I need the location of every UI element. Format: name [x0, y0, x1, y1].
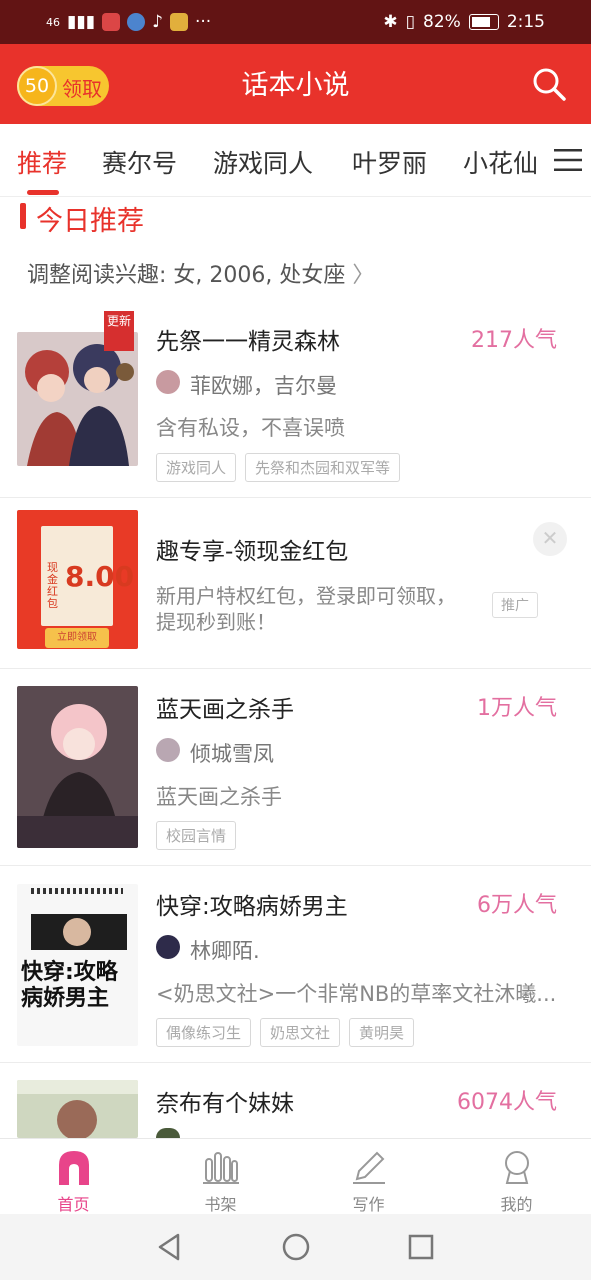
- author-avatar: [156, 370, 180, 394]
- status-right: ✱ ▯ 82% 2:15: [383, 12, 545, 32]
- pencil-icon: [353, 1151, 385, 1184]
- battery-percent: 82%: [423, 12, 461, 32]
- ad-cover-button: 立即领取: [45, 628, 109, 648]
- media-app-icon: [127, 13, 146, 31]
- profile-icon: [505, 1151, 529, 1184]
- book-description: 含有私设，不喜误喷: [156, 416, 345, 440]
- popularity-count: 6074人气: [457, 1090, 557, 1115]
- ad-badge: 推广: [492, 592, 538, 618]
- tab-seer[interactable]: 赛尔号: [102, 144, 177, 180]
- nav-write-label: 写作: [352, 1195, 385, 1214]
- book-tag[interactable]: 奶思文社: [260, 1018, 341, 1047]
- nav-profile-label: 我的: [500, 1195, 533, 1214]
- book-cover-image: [17, 1080, 138, 1138]
- book-cover-image: 快穿:攻略病娇男主: [17, 884, 138, 1046]
- signal-icon: ▮▮▮: [67, 12, 96, 32]
- author-name[interactable]: 倾城雪凤: [190, 738, 274, 768]
- reading-interest-link[interactable]: 调整阅读兴趣: 女, 2006, 处女座 〉: [27, 257, 374, 289]
- ad-title[interactable]: 趣专享-领现金红包: [156, 532, 348, 566]
- bottom-nav: 首页 书架 写作 我的: [0, 1138, 591, 1215]
- status-left: 46 ▮▮▮ ♪ ···: [46, 12, 211, 32]
- nav-profile[interactable]: 我的: [443, 1139, 590, 1215]
- app-title: 话本小说: [241, 70, 350, 101]
- book-title[interactable]: 蓝天画之杀手: [156, 690, 294, 724]
- nav-bookshelf-label: 书架: [204, 1195, 237, 1214]
- tab-recommend[interactable]: 推荐: [17, 144, 67, 180]
- author-name[interactable]: 林卿陌.: [190, 935, 260, 965]
- menu-icon[interactable]: [554, 148, 582, 172]
- vibrate-icon: ▯: [405, 12, 416, 32]
- chevron-right-icon: 〉: [352, 263, 375, 288]
- book-description: 蓝天画之杀手: [156, 785, 282, 809]
- author-avatar: [156, 1128, 180, 1138]
- ad-cover-image: 现金红包 8.00 立即领取: [17, 510, 138, 649]
- book-tag[interactable]: 黄明昊: [349, 1018, 415, 1047]
- tiktok-icon: ♪: [152, 12, 163, 32]
- reading-interest-text: 调整阅读兴趣: 女, 2006, 处女座: [27, 263, 346, 288]
- book-tags: 偶像练习生 奶思文社 黄明昊: [156, 1018, 415, 1047]
- active-tab-indicator: [27, 190, 59, 195]
- author-avatar: [156, 738, 180, 762]
- home-circle-icon[interactable]: [282, 1233, 310, 1261]
- book-tags: 游戏同人 先祭和杰园和双军等: [156, 453, 401, 482]
- nav-home-label: 首页: [57, 1195, 90, 1214]
- bookshelf-icon: [203, 1152, 239, 1184]
- toutiao-app-icon: [102, 13, 121, 31]
- network-indicator: 46: [46, 15, 60, 29]
- home-icon: [59, 1151, 89, 1185]
- close-icon[interactable]: ✕: [533, 522, 567, 556]
- bluetooth-icon: ✱: [383, 12, 398, 32]
- book-tag[interactable]: 偶像练习生: [156, 1018, 252, 1047]
- tab-game-fanfic[interactable]: 游戏同人: [213, 144, 313, 180]
- book-title[interactable]: 快穿:攻略病娇男主: [156, 887, 348, 921]
- book-title[interactable]: 先祭一一精灵森林: [156, 322, 340, 356]
- book-tag[interactable]: 先祭和杰园和双军等: [245, 453, 401, 482]
- book-description: <奶思文社>一个非常NB的草率文社沐曦...: [156, 982, 557, 1006]
- book-cover-image: [17, 686, 138, 848]
- cover-text: 快穿:攻略病娇男主: [21, 960, 118, 1011]
- popularity-count: 217人气: [471, 328, 557, 353]
- section-marker: [20, 203, 26, 229]
- book-title[interactable]: 奈布有个妹妹: [156, 1084, 294, 1118]
- ad-description-line1: 新用户特权红包，登录即可领取，: [156, 584, 456, 608]
- tab-xiaohuaxian[interactable]: 小花仙: [463, 144, 538, 180]
- nav-write[interactable]: 写作: [295, 1139, 442, 1215]
- clock: 2:15: [506, 12, 545, 32]
- nav-bookshelf[interactable]: 书架: [147, 1139, 294, 1215]
- book-tags: 校园言情: [156, 821, 237, 850]
- recents-icon[interactable]: [408, 1234, 434, 1260]
- ad-description-line2: 提现秒到账！: [156, 610, 276, 634]
- system-nav-bar: [0, 1214, 591, 1280]
- popularity-count: 6万人气: [477, 893, 557, 918]
- nav-home[interactable]: 首页: [0, 1139, 147, 1215]
- section-title: 今日推荐: [36, 206, 144, 237]
- more-notifications-icon: ···: [194, 12, 212, 32]
- status-bar: 46 ▮▮▮ ♪ ··· ✱ ▯ 82% 2:15: [0, 0, 591, 44]
- search-icon[interactable]: [531, 66, 567, 102]
- update-badge: 更新: [104, 311, 134, 351]
- book-tag[interactable]: 游戏同人: [156, 453, 237, 482]
- popularity-count: 1万人气: [477, 696, 557, 721]
- ad-cover-amount: 8.00: [65, 560, 135, 593]
- tab-yeloli[interactable]: 叶罗丽: [352, 144, 427, 180]
- ad-cover-label: 现金红包: [47, 561, 58, 610]
- book-tag[interactable]: 校园言情: [156, 821, 237, 850]
- author-name[interactable]: 菲欧娜，吉尔曼: [190, 370, 337, 400]
- back-icon[interactable]: [156, 1232, 182, 1262]
- book-cover-image: [17, 332, 138, 466]
- author-avatar: [156, 935, 180, 959]
- app-notification-icon: [169, 13, 188, 31]
- battery-icon: [468, 14, 499, 30]
